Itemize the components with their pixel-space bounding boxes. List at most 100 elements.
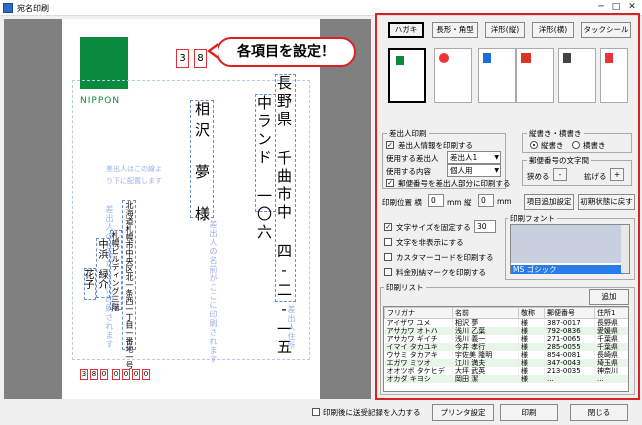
zip-digit[interactable]: 8 (194, 49, 207, 68)
table-row[interactable]: アイザワ ユメ 相沢 夢様 387-0017 長野県 (384, 318, 628, 327)
sender-address[interactable]: 北海道札幌市中央区北一条西一丁目一番地一号 (122, 200, 136, 369)
sender-zip-digit[interactable]: 0 (142, 369, 150, 380)
vertical-radio[interactable] (530, 141, 538, 149)
table-row[interactable]: エガワ ミツオ 江川 満夫様 347-0043 埼玉県 (384, 359, 628, 367)
col-name[interactable]: 名前 (452, 307, 519, 319)
sender-name[interactable]: 中浜 緑介 (96, 238, 110, 298)
position-x-label: 印刷位置 横 (382, 198, 422, 207)
sender-zip-digit[interactable]: 0 (112, 369, 120, 380)
sender-zip-digit[interactable]: 0 (132, 369, 140, 380)
sender-name-2[interactable]: 花子 (82, 268, 96, 300)
layout-thumb-1[interactable] (388, 48, 426, 103)
sender-zip-digit[interactable]: 3 (80, 369, 88, 380)
type-hagaki-button[interactable]: ハガキ (388, 22, 424, 38)
sender-name-guide: 差出人の名前がここに印刷されます (209, 220, 218, 364)
cell: オオツボ タケヒデ (384, 367, 453, 375)
horizontal-radio[interactable] (572, 141, 580, 149)
cell: 愛媛県 (594, 327, 628, 335)
font-list[interactable]: MS ゴシック (510, 224, 630, 274)
sender-zip-digit[interactable]: 0 (122, 369, 130, 380)
type-long-button[interactable]: 長形・角型 (432, 22, 478, 38)
layout-thumb-2[interactable] (434, 48, 472, 103)
widen-label: 拡げる (584, 172, 607, 181)
cell: 千葉県 (594, 335, 628, 343)
cell: 様 (518, 327, 545, 335)
zip-in-sender-checkbox[interactable]: ✓ (386, 179, 394, 187)
type-western-vertical-button[interactable]: 洋形(縦) (485, 22, 525, 38)
zip-spacing-label: 郵便番号の文字間 (527, 155, 591, 166)
hide-text-checkbox[interactable] (384, 238, 392, 246)
cell: 大坪 武英 (452, 367, 519, 375)
cell: ... (544, 375, 595, 383)
cell: 千葉県 (594, 343, 628, 351)
cell: 埼玉県 (594, 359, 628, 367)
col-zip[interactable]: 郵便番号 (544, 307, 595, 319)
add-recipient-button[interactable]: 追加 (589, 289, 629, 305)
cell: 347-0043 (544, 359, 595, 367)
print-list-table[interactable]: フリガナ 名前 敬称 郵便番号 住所1 アイザワ ユメ 相沢 夢様 387-0017… (383, 306, 629, 392)
printer-settings-button[interactable]: プリンタ設定 (432, 404, 494, 421)
cell: 様 (518, 335, 545, 343)
table-row[interactable]: アサカワ ギイチ 浅川 義一様 271-0065 千葉県 (384, 335, 628, 343)
position-y-label: mm 縦 (447, 198, 472, 207)
cell: 792-0836 (544, 327, 595, 335)
cell: 様 (518, 318, 545, 327)
selected-font[interactable]: MS ゴシック (511, 265, 623, 274)
cell: ... (594, 375, 628, 383)
position-y-input[interactable]: 0 (478, 194, 494, 207)
cell: 様 (518, 343, 545, 351)
widen-button[interactable]: + (610, 168, 624, 181)
cell: 宇佐美 隆明 (452, 351, 519, 359)
use-sender-select[interactable]: 差出人1 (447, 151, 501, 164)
add-item-settings-button[interactable]: 項目追加設定 (524, 194, 574, 210)
cell: 285-0055 (544, 343, 595, 351)
print-list-label: 印刷リスト (384, 282, 426, 293)
close-dialog-button[interactable]: 閉じる (570, 404, 628, 421)
record-checkbox[interactable] (312, 408, 320, 416)
layout-thumb-3[interactable] (478, 48, 516, 103)
table-row[interactable]: アサカワ オトハ 浅川 乙葉様 792-0836 愛媛県 (384, 327, 628, 335)
zip-digit[interactable]: 3 (176, 49, 189, 68)
use-content-select[interactable]: 個人用 (447, 164, 501, 177)
sender-zip-digit[interactable]: 0 (100, 369, 108, 380)
maximize-button[interactable]: □ (610, 2, 622, 13)
col-honorific[interactable]: 敬称 (518, 307, 545, 319)
minimize-button[interactable]: ─ (595, 2, 607, 13)
cell: 長崎県 (594, 351, 628, 359)
sender-address-2[interactable]: 札幌ビルディング三階 (110, 230, 122, 311)
app-icon (3, 3, 13, 13)
layout-thumb-4[interactable] (516, 48, 554, 103)
table-row[interactable]: オカダ キヨシ 岡田 潔様...... (384, 375, 628, 383)
cell: 213-0035 (544, 367, 595, 375)
layout-thumb-5[interactable] (558, 48, 596, 103)
reset-button[interactable]: 初期状態に戻す (578, 194, 635, 210)
close-button[interactable]: ✕ (626, 2, 638, 13)
print-sender-checkbox[interactable]: ✓ (386, 141, 394, 149)
print-sender-label: 差出人情報を印刷する (398, 141, 473, 150)
cell: 浅川 乙葉 (452, 327, 519, 335)
font-size-input[interactable]: 30 (474, 220, 496, 233)
cell: 神奈川 (594, 367, 628, 375)
table-row[interactable]: オオツボ タケヒデ 大坪 武英様 213-0035 神奈川 (384, 367, 628, 375)
sender-print-label: 差出人印刷 (387, 128, 429, 139)
postage-mark-checkbox[interactable] (384, 268, 392, 276)
cell: 387-0017 (544, 318, 595, 327)
table-row[interactable]: イマイ タカユキ 今井 孝行様 285-0055 千葉県 (384, 343, 628, 351)
narrow-button[interactable]: - (553, 168, 567, 181)
fix-size-checkbox[interactable]: ✓ (384, 223, 392, 231)
col-address[interactable]: 住所1 (594, 307, 628, 319)
col-furigana[interactable]: フリガナ (384, 307, 453, 319)
layout-thumb-6[interactable] (600, 48, 628, 103)
sender-zip-digit[interactable]: 8 (90, 369, 98, 380)
print-button[interactable]: 印刷 (500, 404, 558, 421)
table-row[interactable]: ウサミ タカアキ 宇佐美 隆明様 854-0081 長崎県 (384, 351, 628, 359)
horizontal-label: 横書き (583, 141, 606, 150)
cell: 今井 孝行 (452, 343, 519, 351)
type-tack-seal-button[interactable]: タックシール (581, 22, 631, 38)
position-x-input[interactable]: 0 (428, 194, 444, 207)
cell: エガワ ミツオ (384, 359, 453, 367)
type-western-horizontal-button[interactable]: 洋形(横) (532, 22, 574, 38)
cell: アサカワ ギイチ (384, 335, 453, 343)
customer-code-checkbox[interactable] (384, 253, 392, 261)
font-list-scrollbar[interactable] (621, 225, 629, 273)
